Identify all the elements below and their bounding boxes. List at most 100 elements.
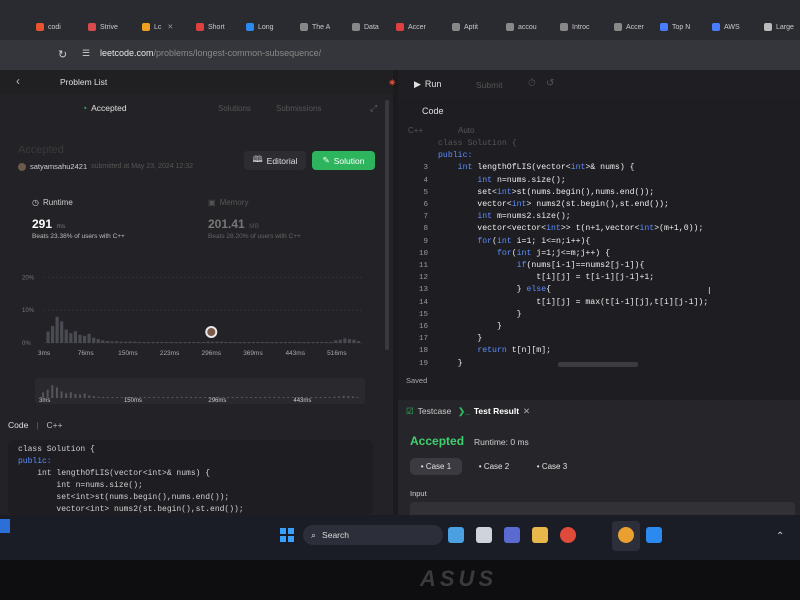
chart-bar[interactable]	[124, 341, 128, 343]
chart-bar[interactable]	[352, 339, 356, 343]
url-field[interactable]: leetcode.com/problems/longest-common-sub…	[100, 48, 321, 58]
chart-bar[interactable]	[151, 342, 155, 343]
chart-bar[interactable]	[229, 342, 233, 343]
chart-bar[interactable]	[174, 342, 178, 343]
chart-bar[interactable]	[338, 339, 342, 343]
browser-tab[interactable]: Large	[764, 16, 794, 38]
chart-bar[interactable]	[311, 342, 315, 343]
browser-tab[interactable]: Long	[246, 16, 274, 38]
chart-bar[interactable]	[242, 342, 246, 343]
chart-bar[interactable]	[156, 342, 160, 343]
code-line[interactable]: }	[438, 333, 482, 345]
editor-hscrollbar[interactable]	[558, 362, 638, 367]
chart-bar[interactable]	[233, 342, 237, 343]
chart-bar[interactable]	[224, 342, 228, 343]
case-1-tab[interactable]: • Case 1	[410, 458, 462, 475]
chart-bar[interactable]	[256, 342, 260, 343]
chart-bar[interactable]	[73, 331, 78, 343]
tab-submissions[interactable]: Submissions	[276, 104, 321, 113]
file-explorer-icon[interactable]	[532, 527, 548, 543]
chart-bar[interactable]	[288, 342, 292, 343]
chart-bar[interactable]	[92, 337, 96, 343]
teams-icon[interactable]	[504, 527, 520, 543]
chart-bar[interactable]	[270, 342, 274, 343]
chart-bar[interactable]	[64, 329, 68, 343]
run-button[interactable]: ▶ Run	[414, 79, 441, 90]
chart-bar[interactable]	[105, 341, 109, 343]
chart-bar[interactable]	[96, 339, 100, 343]
chart-bar[interactable]	[306, 342, 310, 343]
chart-bar[interactable]	[55, 316, 59, 343]
chart-bar[interactable]	[356, 341, 361, 343]
submit-button[interactable]: Submit	[476, 80, 502, 90]
chart-bar[interactable]	[261, 342, 265, 343]
chart-bar[interactable]	[343, 338, 347, 343]
browser-tab[interactable]: Aptit	[452, 16, 478, 38]
code-line[interactable]: return t[n][m];	[438, 345, 551, 357]
widgets-icon[interactable]	[0, 519, 10, 533]
browser-tab[interactable]: Introc	[560, 16, 590, 38]
windows-start-icon[interactable]	[280, 528, 294, 542]
chart-bar[interactable]	[279, 342, 283, 343]
mini-timeline[interactable]: 3ms 150ms 296ms 443ms	[35, 378, 365, 404]
tab-close-icon[interactable]: ✕	[167, 23, 173, 31]
chart-bar[interactable]	[142, 342, 146, 343]
chart-bar[interactable]	[283, 342, 288, 343]
chart-bar[interactable]	[197, 342, 201, 343]
browser-tab[interactable]: Strive	[88, 16, 118, 38]
code-line[interactable]: t[i][j] = t[i-1][j-1]+1;	[438, 272, 654, 284]
browser-tab[interactable]: The A	[300, 16, 330, 38]
chart-bar[interactable]	[137, 342, 141, 343]
chart-bar[interactable]	[265, 342, 269, 343]
left-scrollbar[interactable]	[385, 100, 389, 350]
chart-bar[interactable]	[46, 331, 50, 343]
code-line[interactable]: for(int i=1; i<=n;i++){	[438, 236, 590, 248]
chart-bar[interactable]	[69, 333, 73, 343]
browser-tab[interactable]: Accer	[396, 16, 426, 38]
chart-bar[interactable]	[201, 342, 205, 343]
code-line[interactable]: set<int>st(nums.begin(),nums.end());	[438, 187, 654, 199]
chart-bar[interactable]	[219, 341, 224, 343]
chart-bar[interactable]	[60, 321, 64, 343]
code-line[interactable]: }	[438, 358, 463, 370]
tab-testcase[interactable]: ☑ Testcase	[406, 406, 451, 417]
chart-bar[interactable]	[274, 342, 278, 343]
reload-icon[interactable]: ↻	[58, 48, 67, 61]
chart-bar[interactable]	[128, 341, 132, 343]
close-icon[interactable]: ✕	[523, 406, 530, 417]
code-line[interactable]: class Solution {	[438, 138, 517, 150]
chart-bar[interactable]	[119, 341, 123, 343]
chart-bar[interactable]	[215, 341, 219, 343]
solution-button[interactable]: ✎ Solution	[312, 151, 375, 170]
taskbar-search[interactable]: ⌕ Search	[303, 525, 443, 545]
username[interactable]: satyamsahu2421	[30, 162, 87, 171]
editor-lang[interactable]: C++	[408, 126, 423, 135]
code-line[interactable]: int lengthOfLIS(vector<int>& nums) {	[438, 162, 635, 174]
chart-bar[interactable]	[169, 342, 173, 343]
chart-bar[interactable]	[87, 333, 91, 343]
chart-bar[interactable]	[251, 342, 256, 343]
code-line[interactable]: int m=nums2.size();	[438, 211, 570, 223]
tab-code[interactable]: Code	[422, 106, 444, 116]
chart-bar[interactable]	[78, 334, 82, 343]
chevron-up-icon[interactable]: ⌃	[776, 531, 784, 542]
chart-bar[interactable]	[192, 342, 196, 343]
chart-bar[interactable]	[146, 342, 151, 343]
chart-bar[interactable]	[210, 341, 215, 343]
browser-tab[interactable]: codi	[36, 16, 61, 38]
code-line[interactable]: }	[438, 321, 502, 333]
browser-tab[interactable]: Data	[352, 16, 379, 38]
chart-bar[interactable]	[302, 342, 306, 343]
browser-tab[interactable]: Accer	[614, 16, 644, 38]
chart-bar[interactable]	[183, 342, 187, 343]
chart-bar[interactable]	[334, 340, 338, 343]
code-line[interactable]: } else{	[438, 284, 551, 296]
case-2-tab[interactable]: • Case 2	[468, 458, 520, 475]
code-line[interactable]: if(nums[i-1]==nums2[j-1]){	[438, 260, 645, 272]
browser-tab[interactable]: AWS	[712, 16, 740, 38]
chart-bar[interactable]	[238, 342, 242, 343]
chart-bar[interactable]	[347, 339, 352, 343]
vscode-icon[interactable]	[646, 527, 662, 543]
chart-bar[interactable]	[165, 342, 169, 343]
code-line[interactable]: for(int j=1;j<=m;j++) {	[438, 248, 610, 260]
